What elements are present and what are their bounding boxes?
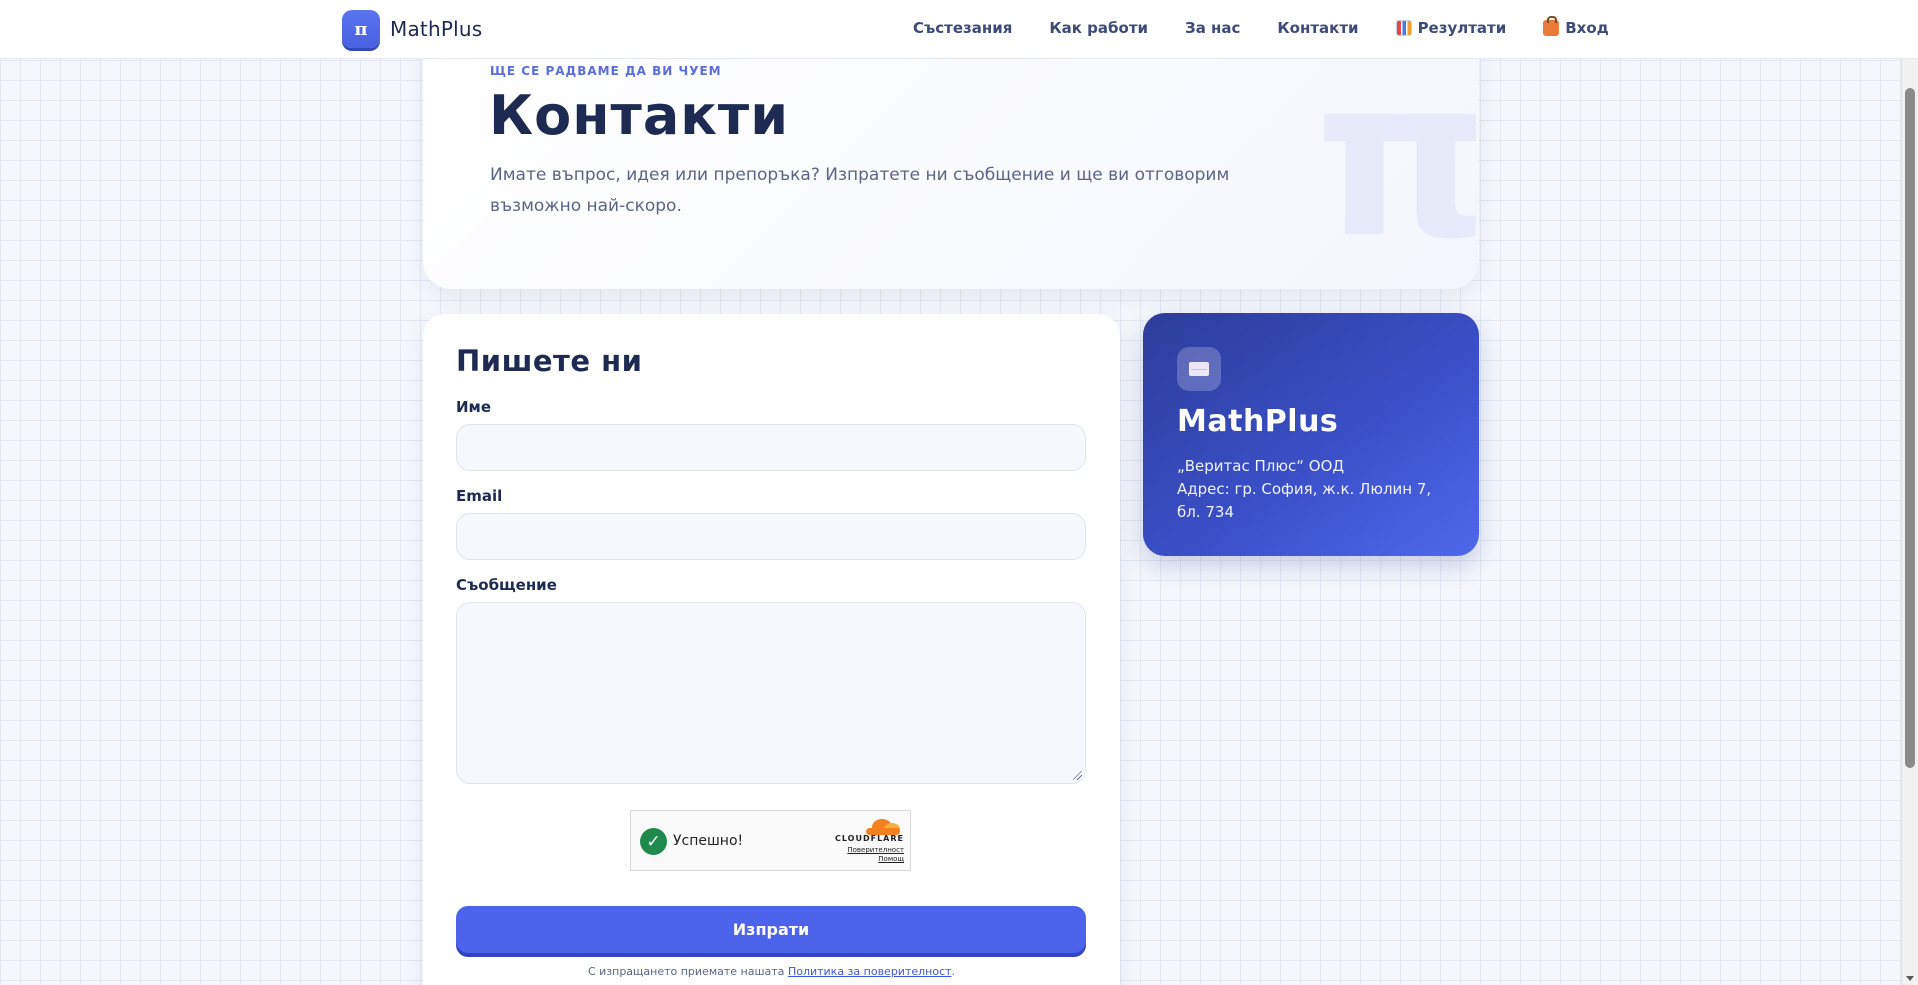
- top-navbar: π MathPlus Състезания Как работи За нас …: [0, 0, 1918, 59]
- hero-card: π ЩЕ СЕ РАДВАМЕ ДА ВИ ЧУЕМ Контакти Имат…: [423, 40, 1479, 289]
- nav-item-label: Резултати: [1417, 19, 1507, 37]
- nav-item-competitions[interactable]: Състезания: [913, 19, 1012, 37]
- message-label: Съобщение: [456, 576, 557, 594]
- info-title: MathPlus: [1177, 404, 1339, 439]
- email-input[interactable]: [456, 513, 1086, 560]
- privacy-policy-link[interactable]: Политика за поверителност: [788, 965, 952, 978]
- consent-suffix: .: [951, 965, 956, 978]
- nav-item-label: Вход: [1565, 19, 1609, 37]
- hero-eyebrow: ЩЕ СЕ РАДВАМЕ ДА ВИ ЧУЕМ: [490, 64, 722, 78]
- scroll-down-icon[interactable]: [1906, 976, 1914, 981]
- nav-item-results[interactable]: Резултати: [1395, 19, 1507, 37]
- name-input[interactable]: [456, 424, 1086, 471]
- company-info-card: MathPlus „Веритас Плюс“ ООД Адрес: гр. С…: [1143, 313, 1479, 556]
- envelope-icon: [1177, 347, 1221, 391]
- shopping-bag-icon: [1543, 16, 1560, 36]
- captcha-status: Успешно!: [673, 833, 744, 849]
- email-label: Email: [456, 487, 503, 505]
- page-title: Контакти: [489, 84, 790, 147]
- nav-item-how-it-works[interactable]: Как работи: [1049, 19, 1148, 37]
- company-address: Адрес: гр. София, ж.к. Люлин 7, бл. 734: [1177, 480, 1432, 521]
- nav-item-label: За нас: [1185, 19, 1241, 37]
- nav-item-label: Как работи: [1049, 19, 1149, 37]
- nav-item-label: Контакти: [1277, 19, 1359, 37]
- nav-item-about[interactable]: За нас: [1185, 19, 1240, 37]
- pi-logo-icon: π: [342, 10, 380, 48]
- company-name: „Веритас Плюс“ ООД: [1177, 457, 1345, 475]
- captcha-provider: CLOUDFLARE: [835, 834, 904, 843]
- nav-item-login[interactable]: Вход: [1543, 16, 1609, 37]
- captcha-privacy-link[interactable]: Поверителност: [847, 846, 904, 854]
- brand-link[interactable]: π MathPlus: [342, 10, 482, 48]
- submit-button[interactable]: Изпрати: [456, 906, 1086, 953]
- cloudflare-captcha[interactable]: ✓ Успешно! CLOUDFLARE Поверителност Помо…: [630, 810, 911, 871]
- consent-prefix: С изпращането приемате нашата: [587, 965, 785, 978]
- pi-decor-icon: π: [1314, 40, 1479, 286]
- nav-item-label: Състезания: [913, 19, 1013, 37]
- page-scrollbar[interactable]: [1901, 0, 1918, 985]
- main-nav: Състезания Как работи За нас Контакти Ре…: [913, 16, 1646, 37]
- brand-name: MathPlus: [390, 17, 483, 41]
- resize-handle-icon[interactable]: [1073, 771, 1082, 780]
- name-label: Име: [456, 398, 491, 416]
- message-textarea[interactable]: [456, 602, 1086, 784]
- form-title: Пишете ни: [456, 344, 643, 378]
- nav-item-contacts[interactable]: Контакти: [1277, 19, 1358, 37]
- consent-text: С изпращането приемате нашата Политика з…: [423, 965, 1120, 978]
- hero-description: Имате въпрос, идея или препоръка? Изпрат…: [490, 165, 1230, 216]
- contact-form-card: Пишете ни Име Email Съобщение ✓ Успешно!…: [423, 314, 1120, 985]
- captcha-help-link[interactable]: Помощ: [878, 855, 904, 863]
- check-icon: ✓: [640, 828, 667, 855]
- scroll-thumb[interactable]: [1905, 88, 1915, 768]
- cloudflare-logo-icon: [866, 817, 902, 835]
- bar-chart-icon: [1395, 20, 1412, 36]
